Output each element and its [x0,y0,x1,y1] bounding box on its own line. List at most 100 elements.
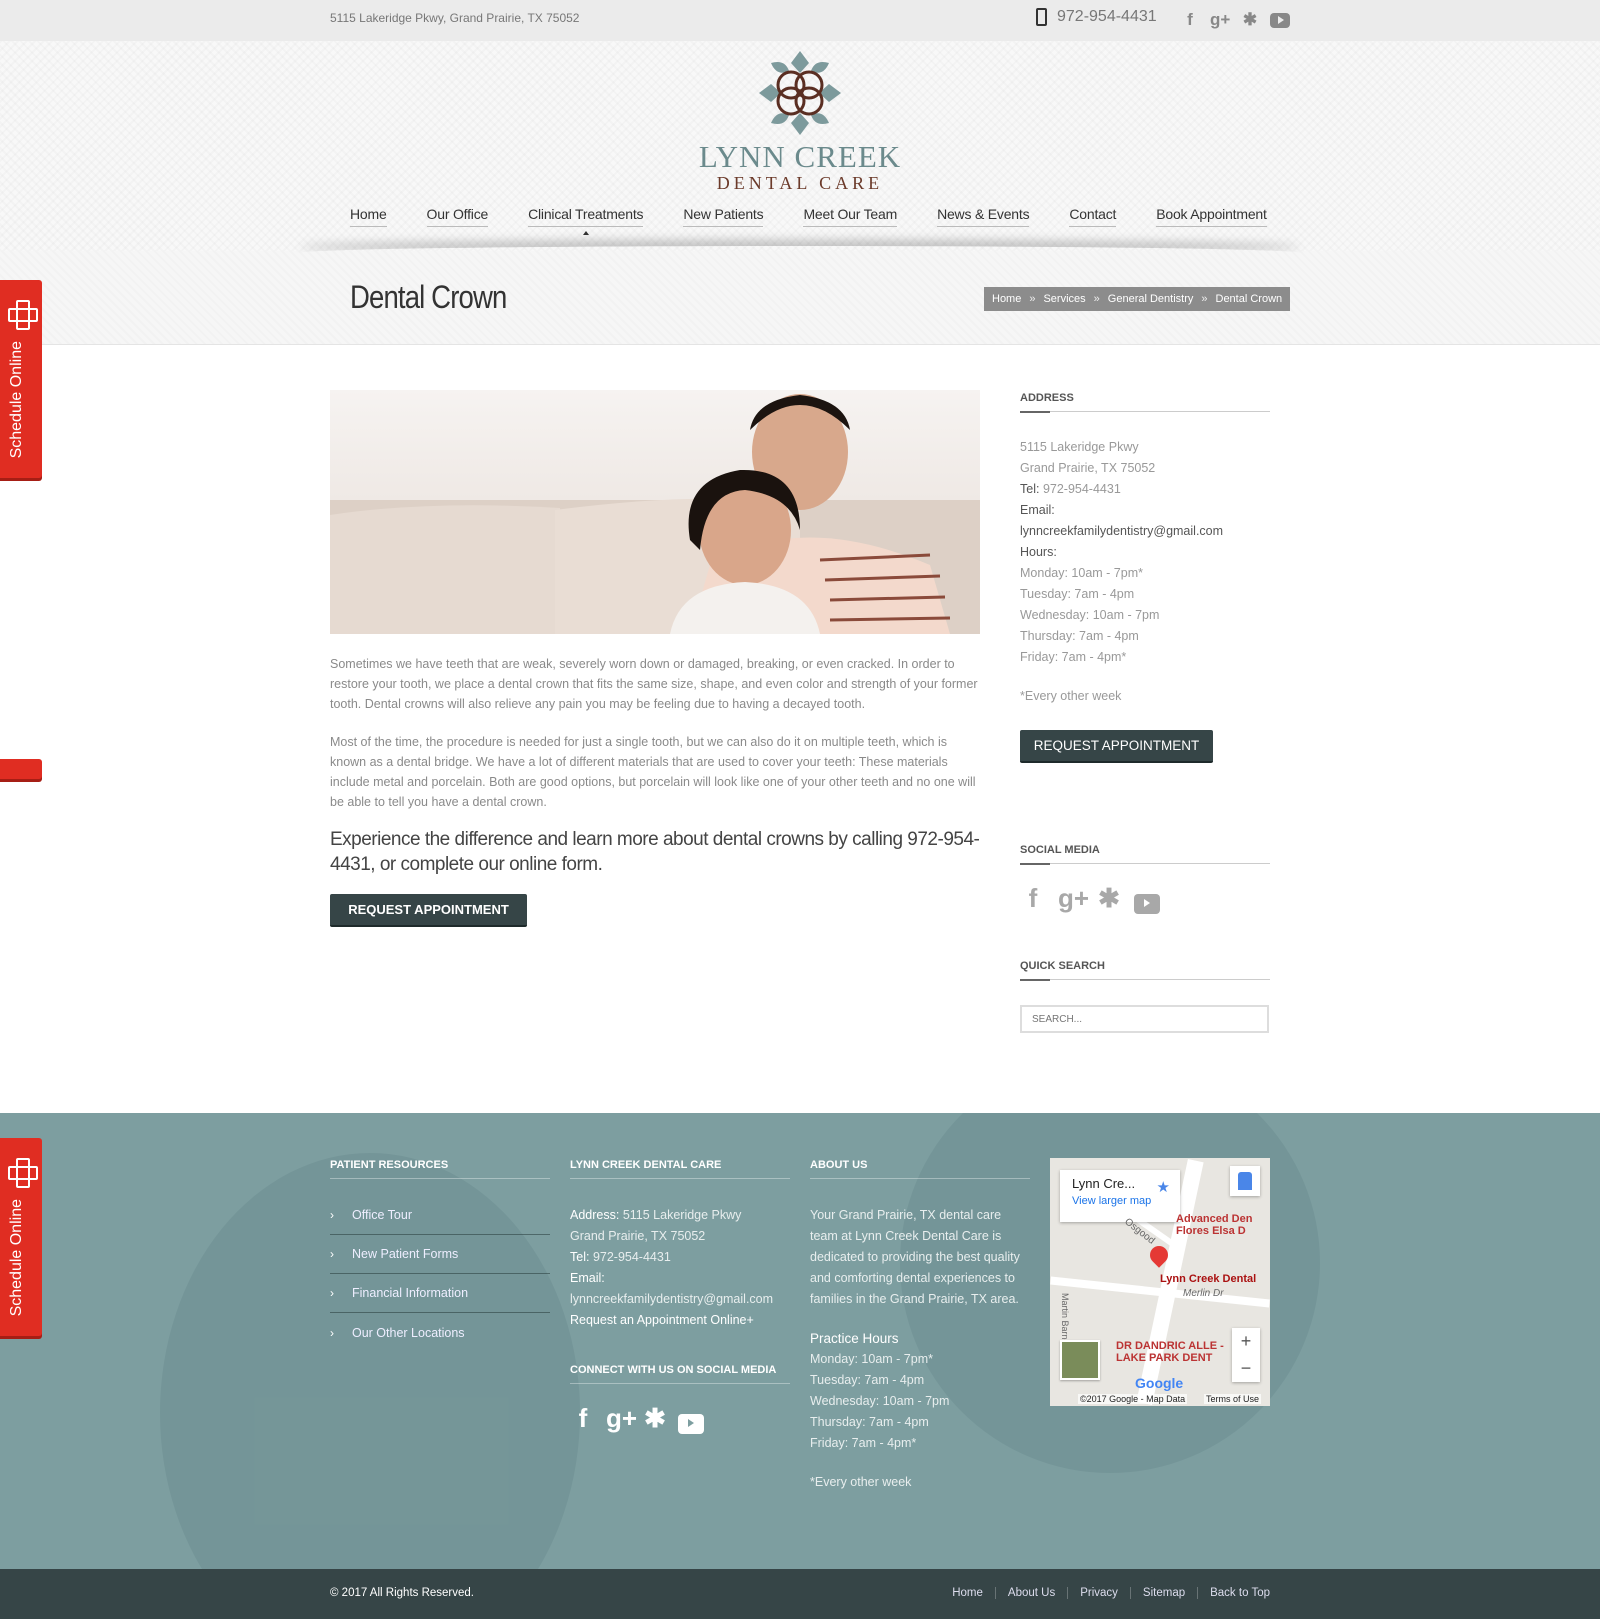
footer-patient-resources-list: › Office Tour › New Patient Forms › Financi… [330,1196,550,1352]
breadcrumb-home[interactable]: Home [992,293,1021,305]
schedule-online-tab-collapsed[interactable] [0,759,42,779]
nav-home[interactable]: Home [350,206,387,227]
site-logo[interactable]: LYNN CREEK DENTAL CARE [690,49,910,193]
breadcrumb-separator: » [1029,293,1036,305]
top-bar: 5115 Lakeridge Pkwy, Grand Prairie, TX 7… [0,0,1600,41]
footer-link-other-locations[interactable]: › Our Other Locations [330,1313,550,1352]
chevron-right-icon: › [330,1208,334,1222]
nav-meet-our-team[interactable]: Meet Our Team [803,206,897,227]
zoom-out-icon[interactable]: − [1232,1355,1260,1382]
footer-hours-thursday: Thursday: 7am - 4pm [810,1415,929,1429]
youtube-icon[interactable] [1270,13,1290,28]
yelp-icon[interactable]: ✱ [1240,10,1260,30]
bottom-link-sitemap[interactable]: Sitemap [1129,1587,1197,1599]
logo-text-line1: LYNN CREEK [698,139,902,174]
facebook-icon[interactable]: f [1180,10,1200,30]
google-plus-icon[interactable]: g+ [1210,10,1230,30]
breadcrumb-general-dentistry[interactable]: General Dentistry [1108,293,1194,305]
map-copyright: ©2017 Google - Map Data [1078,1394,1188,1404]
mobile-phone-icon [1036,8,1047,26]
bottom-link-back-to-top[interactable]: Back to Top [1197,1587,1270,1599]
map-place-advanced-dental: Advanced Den Flores Elsa D [1176,1213,1253,1237]
schedule-online-tab[interactable]: Schedule Online [0,280,42,478]
nav-our-office[interactable]: Our Office [426,206,488,227]
footer-tel-label: Tel: [570,1250,590,1264]
zoom-in-icon[interactable]: + [1232,1328,1260,1355]
breadcrumb-services[interactable]: Services [1043,293,1085,305]
sidebar-request-appointment-button[interactable]: REQUEST APPOINTMENT [1020,730,1213,763]
quick-search-input[interactable] [1020,1005,1269,1033]
bottom-bar: © 2017 All Rights Reserved. Home About U… [0,1569,1600,1619]
sidebar-address-heading: ADDRESS [1020,392,1270,413]
map-satellite-thumbnail[interactable] [1060,1340,1100,1380]
nav-new-patients[interactable]: New Patients [683,206,764,227]
google-plus-icon[interactable]: g+ [606,1405,637,1431]
schedule-online-label: Schedule Online [8,1198,25,1316]
footer-street: 5115 Lakeridge Pkwy [622,1208,742,1222]
footer-link-new-patient-forms[interactable]: › New Patient Forms [330,1235,550,1274]
footer-social-heading: CONNECT WITH US ON SOCIAL MEDIA [570,1364,790,1384]
map-terms-link[interactable]: Terms of Use [1204,1394,1262,1404]
google-map-embed[interactable]: Lynn Cre... View larger map ★ Osgood Adv… [1050,1158,1270,1406]
footer-about-text: Your Grand Prairie, TX dental care team … [810,1208,1020,1306]
bottom-links: Home About Us Privacy Sitemap Back to To… [940,1587,1270,1599]
sidebar-tel-label: Tel: [1020,482,1040,496]
sidebar-city: Grand Prairie, TX 75052 [1020,461,1156,475]
footer-note: *Every other week [810,1475,912,1489]
youtube-icon[interactable] [678,1414,704,1434]
footer-address-label: Address: [570,1208,620,1222]
request-appointment-button[interactable]: REQUEST APPOINTMENT [330,894,527,927]
map-zoom-controls: + − [1232,1328,1260,1382]
google-plus-icon[interactable]: g+ [1058,885,1089,911]
map-place-title: Lynn Cre... [1072,1176,1136,1191]
sidebar-hours-tuesday: Tuesday: 7am - 4pm [1020,587,1135,601]
footer-tel[interactable]: 972-954-4431 [593,1250,671,1264]
footer-link-office-tour[interactable]: › Office Tour [330,1196,550,1235]
footer-request-link[interactable]: Request an Appointment Online+ [570,1310,790,1331]
sidebar-social-links: f g+ ✱ [1020,885,1160,914]
top-address: 5115 Lakeridge Pkwy, Grand Prairie, TX 7… [330,11,580,25]
map-place-dr-dandric: DR DANDRIC ALLE - LAKE PARK DENT [1116,1340,1224,1364]
sidebar-tel[interactable]: 972-954-4431 [1043,482,1121,496]
sidebar-hours-friday: Friday: 7am - 4pm* [1020,650,1127,664]
footer-link-label: Office Tour [352,1208,412,1222]
yelp-icon[interactable]: ✱ [1096,885,1122,911]
footer-email[interactable]: lynncreekfamilydentistry@gmail.com [570,1289,790,1310]
nav-news-events[interactable]: News & Events [937,206,1030,227]
sidebar-email[interactable]: lynncreekfamilydentistry@gmail.com [1020,521,1280,542]
yelp-icon[interactable]: ✱ [642,1405,668,1431]
facebook-icon[interactable]: f [1020,885,1046,911]
sidebar-street: 5115 Lakeridge Pkwy [1020,440,1139,454]
footer-link-label: New Patient Forms [352,1247,459,1261]
footer-link-label: Our Other Locations [352,1325,465,1340]
footer-hours-tuesday: Tuesday: 7am - 4pm [810,1373,925,1387]
nav-book-appointment[interactable]: Book Appointment [1156,206,1267,227]
nav-clinical-treatments[interactable]: Clinical Treatments [528,206,644,235]
sidebar-search-heading: QUICK SEARCH [1020,960,1270,981]
nav-contact[interactable]: Contact [1069,206,1116,227]
footer-link-financial-information[interactable]: › Financial Information [330,1274,550,1313]
bottom-link-about-us[interactable]: About Us [994,1587,1067,1599]
breadcrumb-separator: » [1201,293,1208,305]
site-footer [0,1113,1600,1569]
main-nav: Home Our Office Clinical Treatments New … [350,206,1307,235]
top-phone[interactable]: 972-954-4431 [1036,8,1157,26]
google-logo: Google [1135,1375,1184,1391]
map-place-card: Lynn Cre... View larger map ★ [1060,1170,1180,1222]
footer-about-heading: ABOUT US [810,1159,1030,1179]
top-phone-number[interactable]: 972-954-4431 [1057,8,1157,26]
star-icon[interactable]: ★ [1157,1178,1170,1196]
breadcrumb-current: Dental Crown [1215,293,1283,305]
schedule-online-tab-footer[interactable]: Schedule Online [0,1138,42,1336]
map-street-label: Merlin Dr [1183,1288,1224,1299]
facebook-icon[interactable]: f [570,1405,596,1431]
bottom-link-privacy[interactable]: Privacy [1067,1587,1130,1599]
page-title: Dental Crown [350,279,507,315]
bottom-link-home[interactable]: Home [940,1587,995,1599]
street-view-pegman-icon[interactable] [1230,1166,1260,1196]
footer-contact-block: Address: 5115 Lakeridge Pkwy Grand Prair… [570,1205,790,1331]
youtube-icon[interactable] [1134,894,1160,914]
chevron-right-icon: › [330,1286,334,1300]
chevron-right-icon: › [330,1247,334,1261]
map-view-larger-link[interactable]: View larger map [1072,1195,1168,1207]
